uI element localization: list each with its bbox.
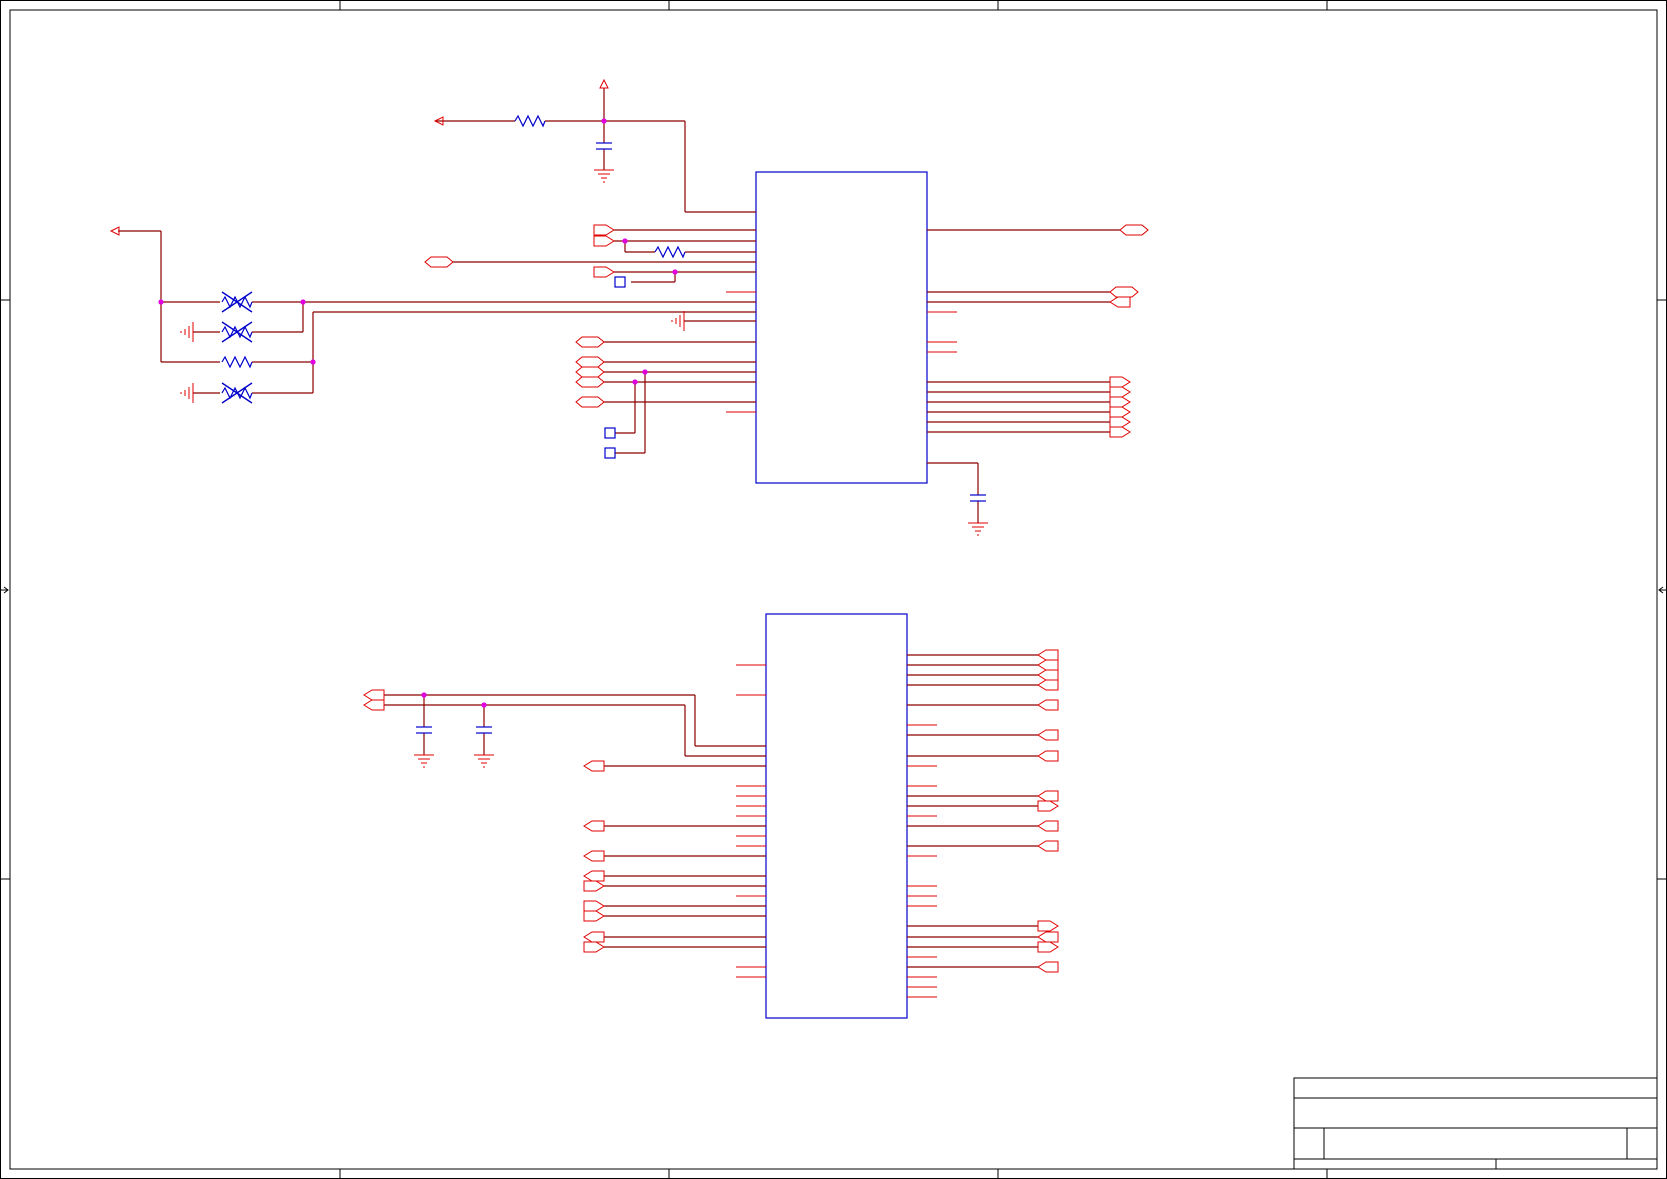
sheet-frame [0,0,1667,1179]
capacitor-c2 [970,494,986,502]
port-bottom-right-3 [1037,669,1059,681]
port-top-left-6 [575,356,605,368]
port-bottom-left-1 [363,689,385,701]
ic-bottom-left-pins [736,664,766,978]
port-top-left-4 [593,266,615,278]
capacitor-c1 [596,142,612,150]
port-bottom-right-4 [1037,679,1059,691]
ground-symbol-4 [474,754,494,768]
ground-symbol-1 [594,169,614,183]
junction-dot-1 [601,118,607,124]
port-bottom-left-2 [363,699,385,711]
ground-symbol-3 [414,754,434,768]
port-bottom-left-9 [583,910,605,922]
junction-dot-2 [158,299,164,305]
junction-dot-4 [310,359,316,365]
port-top-right-bus-5 [1109,416,1131,428]
ground-symbol-6 [180,383,194,403]
port-top-left-9 [575,396,605,408]
capacitor-c4 [476,726,492,734]
port-bottom-left-7 [583,880,605,892]
capacitor-c3 [416,726,432,734]
wire-junctions [158,118,678,708]
test-point-2 [604,427,616,439]
port-bottom-right-7 [1037,750,1059,762]
schematic-sheet [0,0,1667,1179]
port-top-right-bus-6 [1109,426,1131,438]
port-bottom-left-11 [583,941,605,953]
port-bottom-left-10 [583,931,605,943]
port-bottom-right-5 [1037,699,1059,711]
junction-dot-7 [632,379,638,385]
port-top-left-7 [575,366,605,378]
port-top-right-bus-4 [1109,406,1131,418]
ic-top-right-pins [927,229,957,464]
junction-dot-10 [481,702,487,708]
port-bottom-left-6 [583,870,605,882]
resistor-r1 [514,114,546,128]
junction-dot-9 [421,692,427,698]
port-top-left-3 [424,256,454,268]
port-bottom-left-5 [583,850,605,862]
port-bottom-right-out-3 [1037,941,1059,953]
port-top-right-bus-3 [1109,396,1131,408]
port-top-left-8 [575,376,605,388]
unpopulated-part-1 [221,291,253,313]
ic-bottom [736,613,937,1019]
port-top-left-2 [593,235,615,247]
top-circuit-wires [118,88,1120,523]
test-point-3 [604,447,616,459]
bottom-circuit-wires [384,654,1038,968]
port-top-left-1 [593,224,615,236]
unpopulated-part-2 [221,321,253,343]
port-top-right-2 [1109,286,1139,298]
port-bottom-right-11 [1037,931,1059,943]
port-bottom-right-out-2 [1037,920,1059,932]
power-arrow-1 [599,78,609,89]
junction-dot-6 [672,269,678,275]
port-bottom-right-out-1 [1037,800,1059,812]
unpopulated-part-3 [221,382,253,404]
port-bottom-right-1 [1037,649,1059,661]
port-top-right-bus-2 [1109,386,1131,398]
test-point-1 [614,276,626,288]
ic-bottom-body [765,613,908,1019]
port-bottom-right-8 [1037,790,1059,802]
port-bottom-left-8 [583,900,605,912]
port-bottom-left-4 [583,820,605,832]
port-top-right-1 [1119,224,1149,236]
port-top-left-5 [575,336,605,348]
port-bottom-right-6 [1037,729,1059,741]
port-bottom-right-9 [1037,820,1059,832]
junction-dot-8 [642,369,648,375]
port-top-right-bus-1 [1109,376,1131,388]
port-bottom-right-2 [1037,659,1059,671]
resistor-r3 [221,355,253,369]
port-bottom-left-3 [583,760,605,772]
ground-symbol-7 [671,311,685,331]
ground-symbol-5 [180,322,194,342]
junction-dot-5 [622,238,628,244]
title-block [1293,1077,1658,1170]
ground-symbol-2 [968,522,988,536]
port-bottom-right-10 [1037,840,1059,852]
ic-top-body [755,171,928,484]
resistor-r2 [654,245,686,259]
port-top-right-3 [1109,296,1131,308]
port-bottom-right-12 [1037,961,1059,973]
junction-dot-3 [300,299,306,305]
power-arrow-3 [109,226,120,236]
ic-top [726,171,957,484]
